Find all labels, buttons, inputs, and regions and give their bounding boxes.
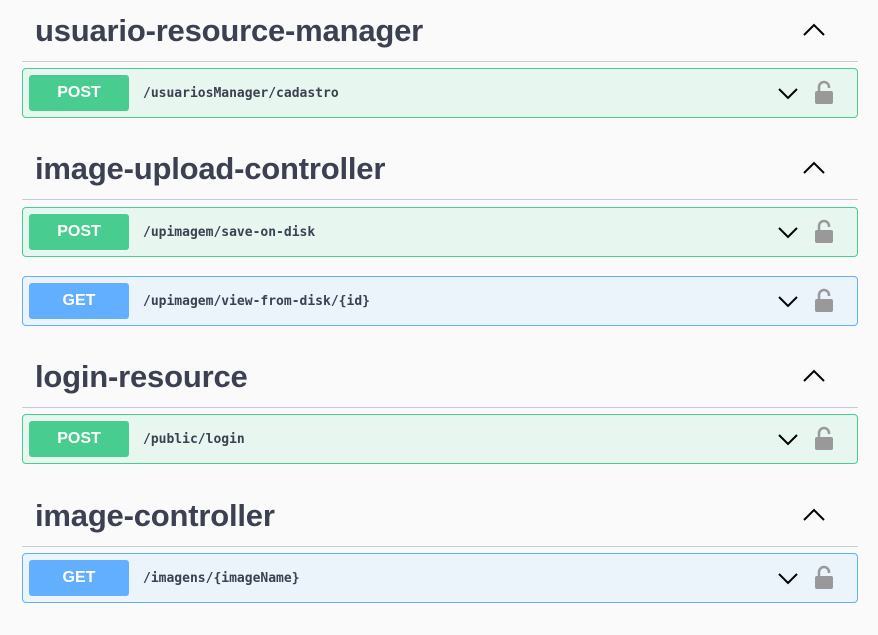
- method-badge-post: POST: [29, 214, 129, 250]
- lock-icon[interactable]: [813, 565, 835, 591]
- section-title: image-upload-controller: [35, 151, 386, 186]
- chevron-down-icon[interactable]: [777, 570, 799, 588]
- method-badge-get: GET: [29, 560, 129, 596]
- section-header-image-upload-controller[interactable]: image-upload-controller: [22, 138, 858, 200]
- operation-post-usuarios-cadastro[interactable]: POST /usuariosManager/cadastro: [22, 68, 858, 118]
- operation-path: /public/login: [143, 432, 245, 447]
- chevron-down-icon[interactable]: [777, 431, 799, 449]
- section-header-usuario-resource-manager[interactable]: usuario-resource-manager: [22, 0, 858, 62]
- section-title: image-controller: [35, 498, 275, 533]
- operation-get-upimagem-view-from-disk[interactable]: GET /upimagem/view-from-disk/{id}: [22, 276, 858, 326]
- operation-path: /upimagem/save-on-disk: [143, 225, 316, 240]
- operation-post-public-login[interactable]: POST /public/login: [22, 414, 858, 464]
- operation-post-upimagem-save-on-disk[interactable]: POST /upimagem/save-on-disk: [22, 207, 858, 257]
- chevron-down-icon[interactable]: [777, 293, 799, 311]
- chevron-up-icon[interactable]: [802, 20, 826, 38]
- section-header-login-resource[interactable]: login-resource: [22, 346, 858, 408]
- lock-icon[interactable]: [813, 219, 835, 245]
- chevron-up-icon[interactable]: [802, 505, 826, 523]
- operation-get-imagens-imagename[interactable]: GET /imagens/{imageName}: [22, 553, 858, 603]
- swagger-operations-list: usuario-resource-manager POST /usuariosM…: [0, 0, 878, 635]
- chevron-down-icon[interactable]: [777, 85, 799, 103]
- method-badge-get: GET: [29, 283, 129, 319]
- chevron-down-icon[interactable]: [777, 224, 799, 242]
- lock-icon[interactable]: [813, 288, 835, 314]
- method-badge-post: POST: [29, 421, 129, 457]
- operation-path: /upimagem/view-from-disk/{id}: [143, 294, 370, 309]
- method-badge-post: POST: [29, 75, 129, 111]
- section-title: usuario-resource-manager: [35, 13, 423, 48]
- section-header-image-controller[interactable]: image-controller: [22, 485, 858, 547]
- chevron-up-icon[interactable]: [802, 158, 826, 176]
- operation-path: /imagens/{imageName}: [143, 571, 300, 586]
- lock-icon[interactable]: [813, 80, 835, 106]
- operation-path: /usuariosManager/cadastro: [143, 86, 339, 101]
- chevron-up-icon[interactable]: [802, 366, 826, 384]
- section-title: login-resource: [35, 359, 248, 394]
- lock-icon[interactable]: [813, 426, 835, 452]
